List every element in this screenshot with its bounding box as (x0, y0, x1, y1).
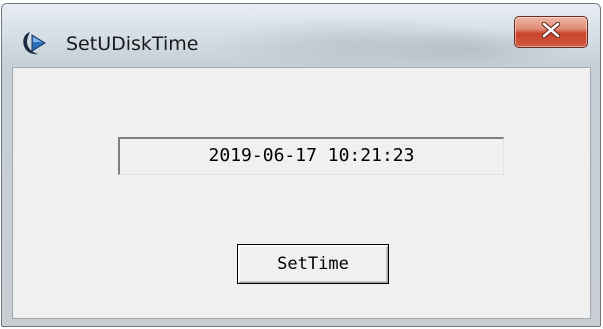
time-display-field[interactable]: 2019-06-17 10:21:23 (118, 137, 504, 175)
close-icon (541, 21, 561, 43)
close-button[interactable] (514, 16, 588, 48)
window-title: SetUDiskTime (66, 33, 199, 55)
title-bar[interactable]: SetUDiskTime (2, 4, 600, 66)
client-area: 2019-06-17 10:21:23 SetTime (12, 67, 591, 319)
app-icon (21, 29, 51, 57)
set-time-button[interactable]: SetTime (237, 244, 389, 284)
window: SetUDiskTime 2019-06-17 10:21:23 SetTime (1, 3, 601, 327)
